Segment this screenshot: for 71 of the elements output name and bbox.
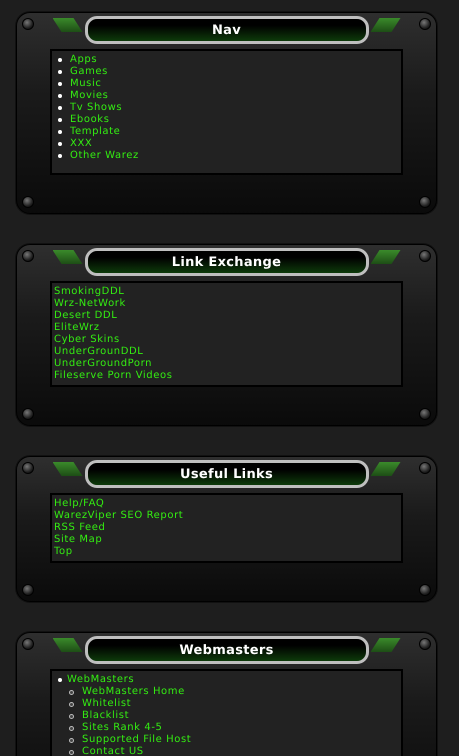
bullet-icon bbox=[58, 130, 62, 134]
nav-link[interactable]: Music bbox=[70, 78, 102, 90]
corner-stripe-icon bbox=[52, 638, 82, 652]
corner-stripe-icon bbox=[370, 250, 400, 264]
nav-link[interactable]: Tv Shows bbox=[70, 102, 122, 114]
link[interactable]: Help/FAQ bbox=[54, 498, 104, 510]
link[interactable]: SmokingDDL bbox=[54, 286, 124, 298]
menu-link[interactable]: WebMasters bbox=[67, 674, 134, 686]
link[interactable]: WarezViper SEO Report bbox=[54, 510, 184, 522]
corner-stripe-icon bbox=[52, 462, 82, 476]
screw-icon bbox=[419, 408, 431, 420]
link[interactable]: Site Map bbox=[54, 534, 102, 546]
screw-icon bbox=[22, 196, 34, 208]
bullet-icon bbox=[69, 702, 74, 706]
nav-link[interactable]: Template bbox=[70, 126, 120, 138]
link[interactable]: EliteWrz bbox=[54, 322, 100, 334]
bullet-icon bbox=[69, 690, 74, 694]
bullet-icon bbox=[69, 714, 74, 718]
panel-title: Link Exchange bbox=[172, 256, 282, 268]
screw-icon bbox=[419, 196, 431, 208]
submenu-link[interactable]: Supported File Host bbox=[82, 734, 192, 746]
bullet-icon bbox=[58, 118, 62, 122]
link[interactable]: RSS Feed bbox=[54, 522, 106, 534]
panel-title: Nav bbox=[212, 24, 242, 36]
bullet-icon bbox=[58, 154, 62, 158]
screw-icon bbox=[22, 638, 34, 650]
screw-icon bbox=[419, 250, 431, 262]
screw-icon bbox=[419, 18, 431, 30]
bullet-icon bbox=[58, 94, 62, 98]
bullet-icon bbox=[58, 70, 62, 74]
panel-title: Useful Links bbox=[180, 468, 273, 480]
link[interactable]: Desert DDL bbox=[54, 310, 118, 322]
nav-link[interactable]: Apps bbox=[70, 54, 98, 66]
submenu-link[interactable]: Sites Rank 4-5 bbox=[82, 722, 162, 734]
bullet-icon bbox=[58, 142, 62, 146]
screw-icon bbox=[22, 462, 34, 474]
screw-icon bbox=[419, 638, 431, 650]
screw-icon bbox=[22, 18, 34, 30]
submenu-link[interactable]: Whitelist bbox=[82, 698, 132, 710]
screw-icon bbox=[419, 462, 431, 474]
link[interactable]: Cyber Skins bbox=[54, 334, 120, 346]
bullet-icon bbox=[58, 678, 62, 682]
nav-link[interactable]: Other Warez bbox=[70, 150, 139, 162]
link[interactable]: Top bbox=[54, 546, 73, 558]
link[interactable]: Fileserve Porn Videos bbox=[54, 370, 173, 382]
corner-stripe-icon bbox=[52, 250, 82, 264]
submenu-link[interactable]: Contact US bbox=[82, 746, 144, 756]
link[interactable]: UnderGrounDDL bbox=[54, 346, 144, 358]
screw-icon bbox=[22, 408, 34, 420]
bullet-icon bbox=[58, 106, 62, 110]
nav-link[interactable]: Games bbox=[70, 66, 108, 78]
submenu-link[interactable]: Blacklist bbox=[82, 710, 130, 722]
nav-link[interactable]: XXX bbox=[70, 138, 92, 150]
nav-link[interactable]: Ebooks bbox=[70, 114, 110, 126]
panel-title: Webmasters bbox=[179, 644, 274, 656]
screw-icon bbox=[22, 584, 34, 596]
screw-icon bbox=[419, 584, 431, 596]
bullet-icon bbox=[69, 750, 74, 754]
link[interactable]: UnderGroundPorn bbox=[54, 358, 152, 370]
bullet-icon bbox=[69, 726, 74, 730]
screw-icon bbox=[22, 250, 34, 262]
corner-stripe-icon bbox=[370, 462, 400, 476]
submenu-link[interactable]: WebMasters Home bbox=[82, 686, 185, 698]
corner-stripe-icon bbox=[370, 638, 400, 652]
link[interactable]: Wrz-NetWork bbox=[54, 298, 126, 310]
bullet-icon bbox=[69, 738, 74, 742]
bullet-icon bbox=[58, 82, 62, 86]
corner-stripe-icon bbox=[52, 18, 82, 32]
bullet-icon bbox=[58, 58, 62, 62]
corner-stripe-icon bbox=[370, 18, 400, 32]
nav-link[interactable]: Movies bbox=[70, 90, 108, 102]
